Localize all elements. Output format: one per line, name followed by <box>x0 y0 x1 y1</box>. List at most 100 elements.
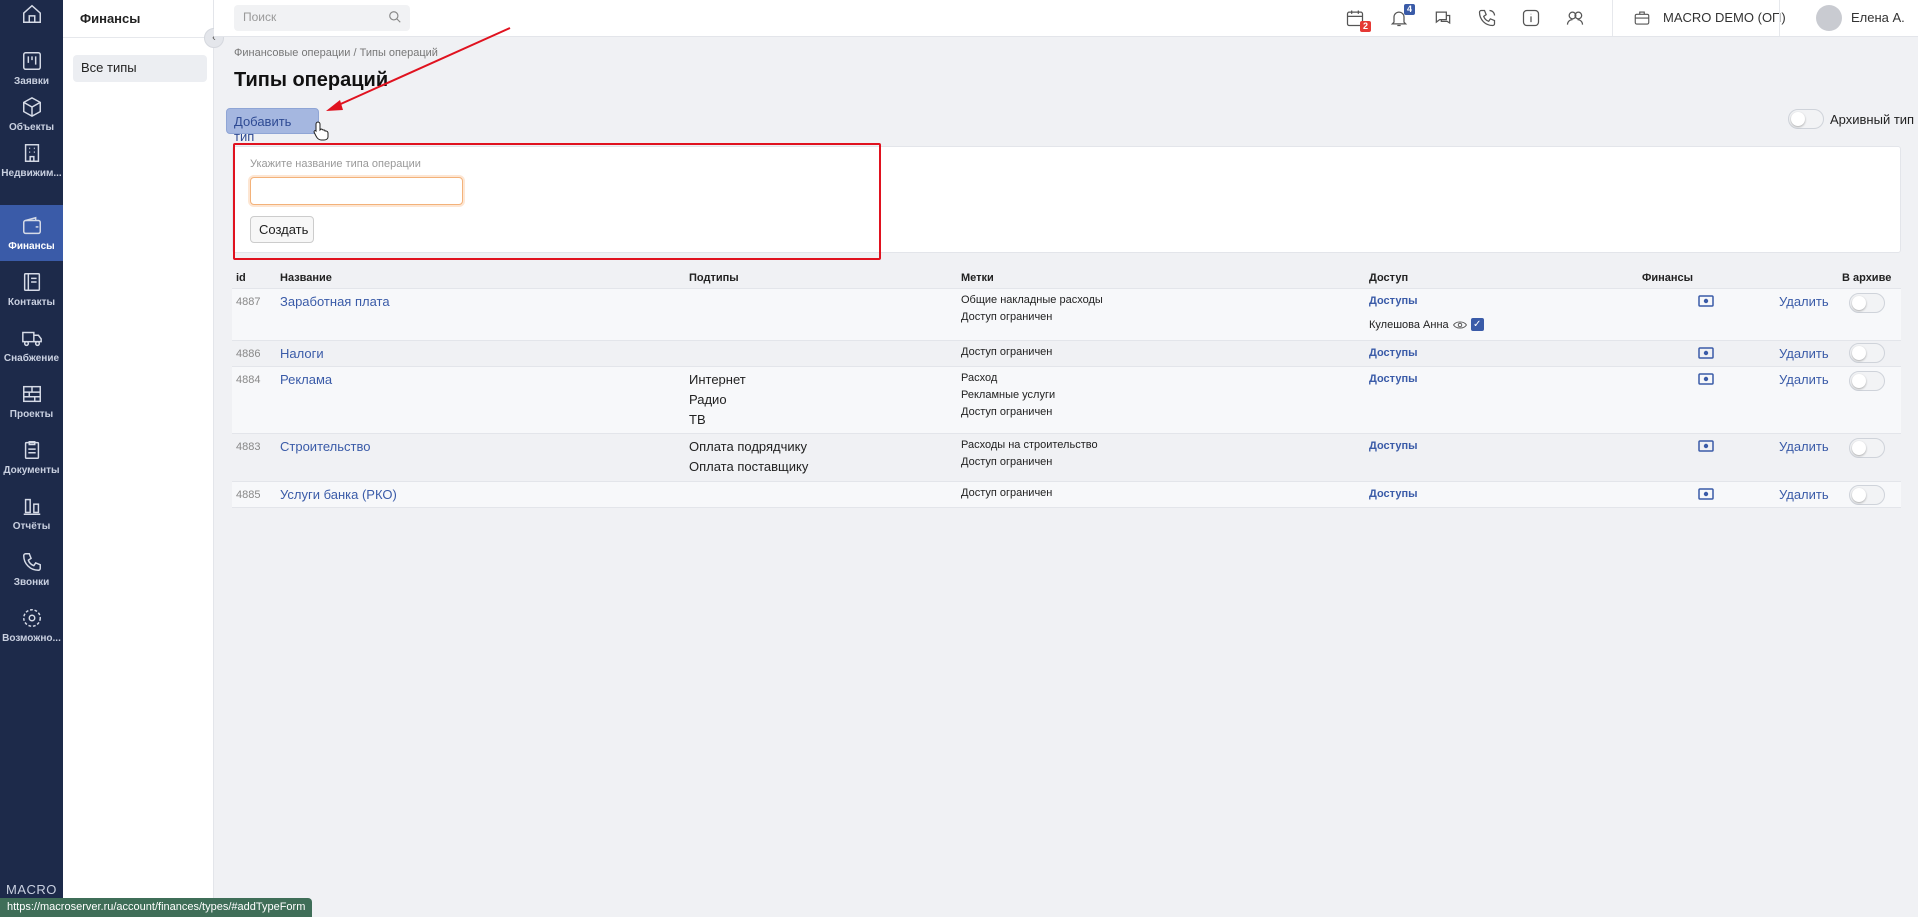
table-row: 4884 Реклама Интернет Радио ТВ Расход Ре… <box>232 366 1901 433</box>
row-name[interactable]: Реклама <box>280 372 332 387</box>
finances-button[interactable] <box>1698 440 1714 455</box>
col-finances: Финансы <box>1642 272 1694 284</box>
delete-button[interactable]: Удалить <box>1779 487 1829 502</box>
users-icon <box>1566 11 1584 25</box>
nav-item-home[interactable] <box>0 0 63 32</box>
nav-item-finances[interactable]: Финансы <box>0 205 63 261</box>
archive-toggle[interactable] <box>1788 109 1824 129</box>
avatar[interactable] <box>1816 5 1842 31</box>
finances-button[interactable] <box>1698 295 1714 310</box>
projects-icon <box>22 385 41 402</box>
access-link[interactable]: Доступы <box>1369 373 1417 385</box>
row-subtypes: Интернет Радио ТВ <box>689 370 746 430</box>
user-name[interactable]: Елена А. <box>1851 10 1905 25</box>
row-name[interactable]: Строительство <box>280 439 370 454</box>
nav-item-supply[interactable]: Снабжение <box>0 317 63 373</box>
add-type-button[interactable]: Добавить тип <box>226 108 319 144</box>
checkbox-checked-icon[interactable]: ✓ <box>1470 318 1484 331</box>
chat-icon <box>1435 11 1451 25</box>
eye-icon[interactable] <box>1452 320 1467 330</box>
access-link[interactable]: Доступы <box>1369 295 1417 307</box>
table-row: 4886 Налоги Доступ ограничен Доступы Уда… <box>232 340 1901 366</box>
archive-toggle[interactable] <box>1849 371 1885 391</box>
delete-button[interactable]: Удалить <box>1779 346 1829 361</box>
nav-item-reports[interactable]: Отчёты <box>0 485 63 541</box>
access-link[interactable]: Доступы <box>1369 440 1417 452</box>
reports-icon <box>23 498 40 515</box>
restricted-user-name: Кулешова Анна <box>1369 318 1449 331</box>
money-icon <box>1698 440 1714 452</box>
breadcrumb[interactable]: Финансовые операции / Типы операций <box>234 47 438 59</box>
notifications-button[interactable]: 4 <box>1389 4 1415 28</box>
notifications-badge: 4 <box>1403 4 1415 15</box>
status-url: https://macroserver.ru/account/finances/… <box>0 898 313 917</box>
tag: Расход <box>961 372 998 384</box>
archive-toggle[interactable] <box>1849 485 1885 505</box>
subnav-item-all-types[interactable]: Все типы <box>73 55 207 82</box>
delete-button[interactable]: Удалить <box>1779 372 1829 387</box>
row-name[interactable]: Налоги <box>280 346 324 361</box>
archive-toggle[interactable] <box>1849 293 1885 313</box>
nav-item-features[interactable]: Возможно... <box>0 597 63 653</box>
calendar-badge: 2 <box>1359 21 1371 32</box>
money-icon <box>1698 373 1714 385</box>
subnav-title: Финансы <box>80 11 141 26</box>
restricted-user: Кулешова Анна ✓ <box>1369 318 1484 331</box>
search-icon <box>389 11 401 23</box>
finances-button[interactable] <box>1698 373 1714 388</box>
archive-toggle[interactable] <box>1849 343 1885 363</box>
nav-item-contacts[interactable]: Контакты <box>0 261 63 317</box>
company-selector[interactable]: MACRO DEMO (ОП) <box>1663 10 1786 25</box>
access-link[interactable]: Доступы <box>1369 488 1417 500</box>
col-access: Доступ <box>1369 272 1409 284</box>
delete-button[interactable]: Удалить <box>1779 439 1829 454</box>
users-button[interactable] <box>1565 8 1585 28</box>
search-placeholder: Поиск <box>243 10 277 24</box>
tag: Доступ ограничен <box>961 456 1053 468</box>
col-tags: Метки <box>961 272 994 284</box>
top-bar: Поиск 2 4 MACRO DEMO (ОП) Елена А. <box>214 0 1918 37</box>
nav-item-realty[interactable]: Недвижим... <box>0 132 63 188</box>
row-tags: Доступ ограничен <box>961 485 1052 502</box>
archive-toggle[interactable] <box>1849 438 1885 458</box>
nav-item-documents[interactable]: Документы <box>0 429 63 485</box>
search-input[interactable]: Поиск <box>234 5 410 31</box>
nav-label: Финансы <box>8 240 55 252</box>
money-icon <box>1698 347 1714 359</box>
nav-label: Контакты <box>7 296 56 308</box>
row-id: 4883 <box>236 441 261 453</box>
info-button[interactable] <box>1521 8 1541 28</box>
building-icon <box>24 143 39 162</box>
finances-button[interactable] <box>1698 488 1714 503</box>
access-link[interactable]: Доступы <box>1369 347 1417 359</box>
tag: Доступ ограничен <box>961 311 1053 323</box>
calendar-button[interactable]: 2 <box>1345 8 1371 32</box>
divider <box>63 37 214 38</box>
subtype: Интернет <box>689 372 746 387</box>
calls-button[interactable] <box>1477 8 1497 28</box>
chat-button[interactable] <box>1433 8 1453 28</box>
nav-item-calls[interactable]: Звонки <box>0 541 63 597</box>
cube-icon <box>22 96 41 117</box>
row-name[interactable]: Заработная плата <box>280 294 390 309</box>
home-icon <box>22 4 41 23</box>
row-subtypes: Оплата подрядчику Оплата поставщику <box>689 437 808 477</box>
table-header: id Название Подтипы Метки Доступ Финансы… <box>234 270 1900 286</box>
money-icon <box>1698 295 1714 307</box>
highlight-frame <box>233 143 881 260</box>
col-name: Название <box>280 272 332 284</box>
nav-label: Звонки <box>13 576 50 588</box>
clipboard-icon <box>24 440 39 459</box>
row-id: 4885 <box>236 489 261 501</box>
tag: Доступ ограничен <box>961 406 1053 418</box>
kanban-icon <box>22 51 41 70</box>
nav-item-projects[interactable]: Проекты <box>0 373 63 429</box>
archive-filter[interactable]: Архивный тип <box>1788 108 1914 130</box>
finances-button[interactable] <box>1698 347 1714 362</box>
subtype: ТВ <box>689 412 706 427</box>
row-name[interactable]: Услуги банка (РКО) <box>280 487 397 502</box>
main-nav: Заявки Объекты Недвижим... Финансы Конта… <box>0 0 63 917</box>
nav-label: Возможно... <box>2 632 61 644</box>
delete-button[interactable]: Удалить <box>1779 294 1829 309</box>
col-subtypes: Подтипы <box>689 272 739 284</box>
